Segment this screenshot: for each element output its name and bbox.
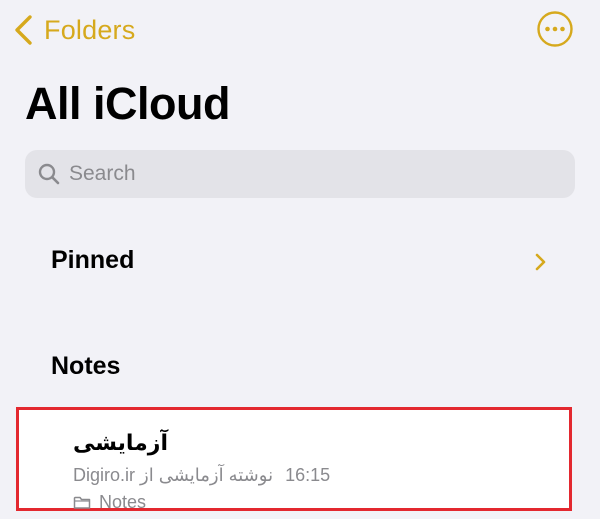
more-options-button[interactable] [536,10,574,48]
navigation-bar: Folders [0,0,600,60]
note-preview: نوشته آزمایشی از Digiro.ir [73,465,274,485]
pinned-label: Pinned [51,246,135,274]
note-time: 16:15 [285,465,331,485]
search-icon [38,163,60,185]
notes-section-heading: Notes [51,352,121,380]
note-title: آزمایشی [73,430,168,455]
back-button-label: Folders [44,14,136,45]
folder-icon [73,496,91,509]
chevron-left-icon [15,15,32,45]
search-field[interactable] [25,150,575,198]
ellipsis-circle-icon [537,11,573,47]
note-meta: نوشته آزمایشی از Digiro.ir 16:15 [73,465,330,486]
chevron-right-icon [535,253,546,271]
note-folder-label: Notes [99,492,147,512]
note-folder: Notes [73,492,146,513]
pinned-row[interactable]: Pinned [25,236,575,290]
search-input[interactable] [69,154,549,194]
page-title: All iCloud [25,78,230,129]
back-to-folders-button[interactable]: Folders [10,8,135,52]
note-list-item[interactable]: آزمایشی نوشته آزمایشی از Digiro.ir 16:15… [16,407,572,513]
